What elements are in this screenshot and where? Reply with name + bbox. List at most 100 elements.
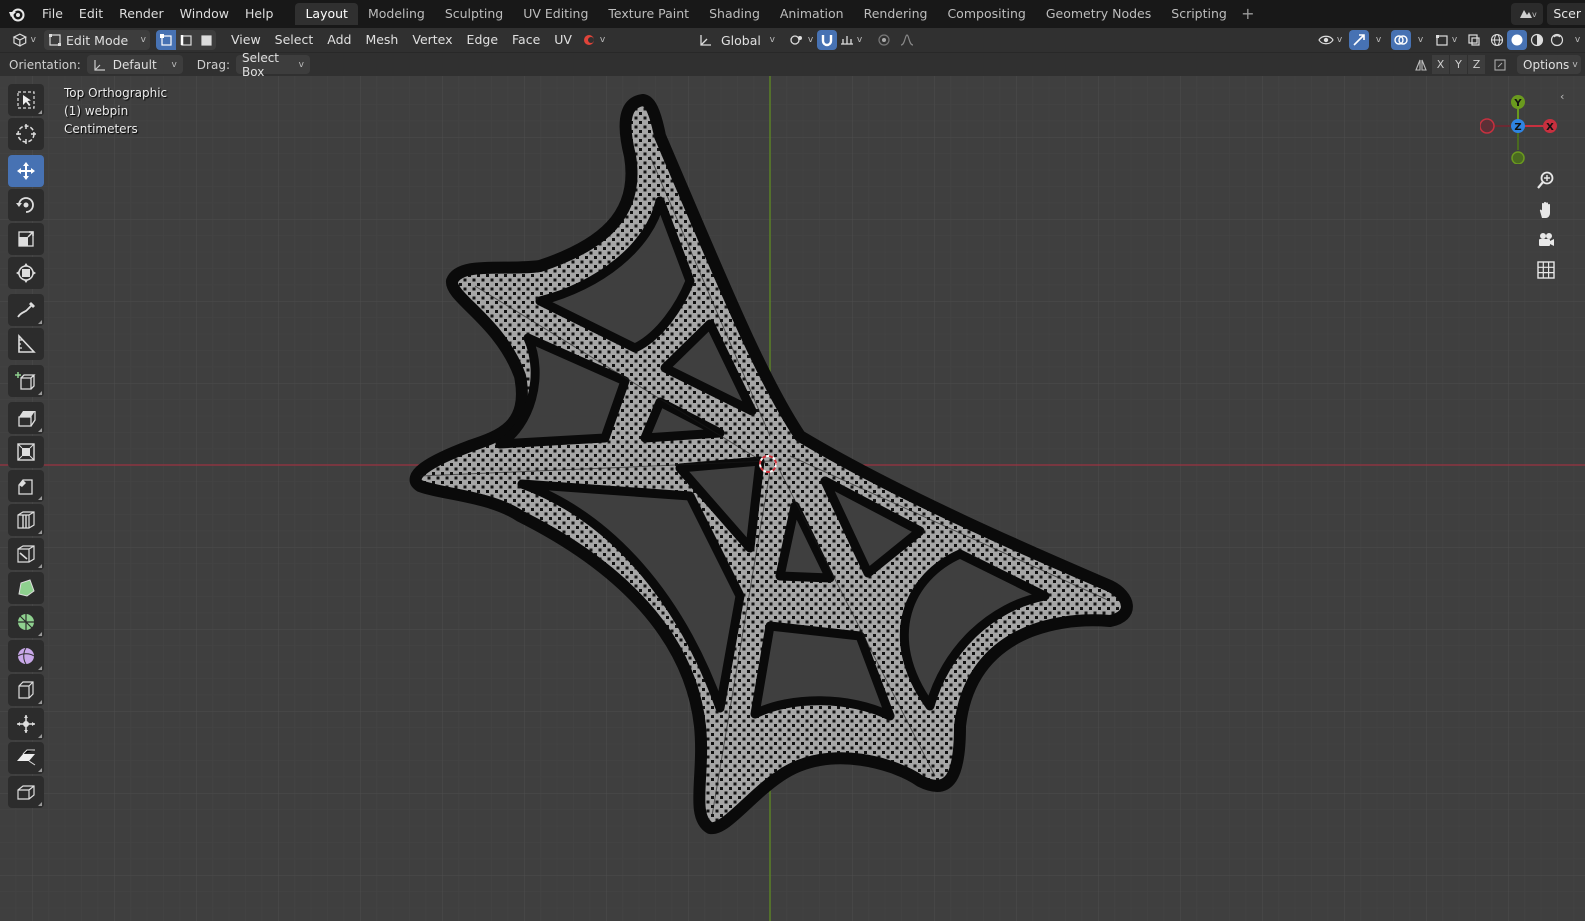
snap-toggle[interactable] (816, 30, 837, 50)
pan-button[interactable] (1531, 196, 1561, 224)
edge-select-button[interactable] (176, 30, 196, 50)
zoom-button[interactable] (1531, 166, 1561, 194)
scale-icon (18, 231, 34, 247)
blender-logo-icon[interactable] (0, 0, 34, 28)
tool-loop-cut[interactable] (8, 504, 44, 536)
add-workspace-button[interactable]: + (1237, 3, 1259, 25)
tool-knife[interactable] (8, 538, 44, 570)
tool-shrink-fatten[interactable] (8, 708, 44, 740)
automerge-dropdown[interactable]: v (579, 30, 609, 50)
options-label: Options (1523, 57, 1570, 72)
face-select-button[interactable] (196, 30, 216, 50)
uv-sync-icon[interactable] (1489, 55, 1511, 74)
tab-compositing[interactable]: Compositing (937, 3, 1035, 25)
viewport-header-right: v v v v v (1315, 30, 1585, 50)
mirror-x-button[interactable]: X (1432, 55, 1449, 74)
mirror-y-button[interactable]: Y (1450, 55, 1467, 74)
mesh-edit-overlays-dropdown[interactable]: v (1431, 30, 1461, 50)
shading-options-dropdown[interactable]: v (1567, 30, 1585, 50)
menu-render[interactable]: Render (111, 3, 172, 25)
tab-sculpting[interactable]: Sculpting (435, 3, 513, 25)
tool-shear[interactable] (8, 742, 44, 774)
tool-move[interactable] (8, 155, 44, 187)
menu-face[interactable]: Face (505, 30, 547, 50)
transform-orientation-dropdown[interactable]: Global v (718, 30, 777, 50)
mirror-z-button[interactable]: Z (1468, 55, 1485, 74)
tool-annotate[interactable] (8, 294, 44, 326)
tab-texture-paint[interactable]: Texture Paint (598, 3, 699, 25)
chevron-down-icon: v (171, 59, 177, 70)
menu-vertex[interactable]: Vertex (405, 30, 459, 50)
tool-poly-build[interactable] (8, 572, 44, 604)
gizmo-neg-y-axis[interactable] (1511, 151, 1525, 164)
menu-edge[interactable]: Edge (460, 30, 505, 50)
tab-rendering[interactable]: Rendering (854, 3, 938, 25)
shading-rendered-button[interactable] (1547, 30, 1567, 50)
gizmo-dropdown[interactable]: v (1369, 30, 1385, 50)
shading-material-button[interactable] (1527, 30, 1547, 50)
scene-name-field[interactable]: Scer (1547, 3, 1585, 25)
menu-mesh[interactable]: Mesh (358, 30, 405, 50)
menu-add[interactable]: Add (320, 30, 358, 50)
snap-target-dropdown[interactable]: v (837, 30, 865, 50)
tool-smooth[interactable] (8, 640, 44, 672)
visibility-dropdown[interactable]: v (1315, 30, 1345, 50)
menu-edit[interactable]: Edit (71, 3, 111, 25)
sidebar-toggle-arrow-icon[interactable]: ‹ (1560, 90, 1564, 103)
tab-scripting[interactable]: Scripting (1161, 3, 1237, 25)
xray-toggle[interactable] (1463, 30, 1485, 50)
menu-select[interactable]: Select (268, 30, 321, 50)
overlays-dropdown[interactable]: v (1411, 30, 1427, 50)
gizmo-toggle[interactable] (1349, 30, 1369, 50)
tab-animation[interactable]: Animation (770, 3, 854, 25)
tool-spin[interactable] (8, 606, 44, 638)
shading-solid-button[interactable] (1507, 30, 1527, 50)
3d-viewport[interactable]: Top Orthographic (1) webpin Centimeters (0, 76, 1585, 921)
loop-cut-icon (17, 511, 35, 529)
tab-uv-editing[interactable]: UV Editing (513, 3, 598, 25)
tab-layout[interactable]: Layout (295, 3, 358, 25)
viewport-info: Top Orthographic (1) webpin Centimeters (64, 84, 167, 138)
drag-dropdown[interactable]: Select Box v (235, 51, 310, 79)
tool-scale[interactable] (8, 223, 44, 255)
tool-extrude-region[interactable] (8, 402, 44, 434)
orientation-label: Orientation: (9, 57, 81, 72)
tool-transform[interactable] (8, 257, 44, 289)
vertex-select-button[interactable] (156, 30, 176, 50)
orientation-dropdown[interactable]: Default v (86, 55, 183, 74)
transform-icon (16, 263, 36, 283)
tool-rip-region[interactable] (8, 776, 44, 808)
options-dropdown[interactable]: Options v (1517, 55, 1581, 74)
menu-file[interactable]: File (34, 3, 71, 25)
tool-rotate[interactable] (8, 189, 44, 221)
tool-bevel[interactable] (8, 470, 44, 502)
pivot-point-dropdown[interactable]: v (787, 30, 815, 50)
select-box-icon (17, 91, 35, 109)
tab-shading[interactable]: Shading (699, 3, 770, 25)
tool-inset-faces[interactable] (8, 436, 44, 468)
shading-wireframe-button[interactable] (1487, 30, 1507, 50)
menu-help[interactable]: Help (237, 3, 282, 25)
scene-icon: v (1520, 10, 1537, 19)
tool-edge-slide[interactable] (8, 674, 44, 706)
editor-type-button[interactable]: v (8, 30, 40, 50)
header-menus: View Select Add Mesh Vertex Edge Face UV (224, 30, 579, 50)
mode-dropdown[interactable]: Edit Mode v (44, 30, 150, 50)
menu-uv[interactable]: UV (547, 30, 579, 50)
tool-measure[interactable] (8, 328, 44, 360)
tab-modeling[interactable]: Modeling (358, 3, 435, 25)
overlays-toggle[interactable] (1391, 30, 1411, 50)
tab-geometry-nodes[interactable]: Geometry Nodes (1036, 3, 1161, 25)
tool-cursor[interactable] (8, 118, 44, 150)
scene-browse-button[interactable]: v (1511, 3, 1544, 25)
menu-view[interactable]: View (224, 30, 268, 50)
camera-view-button[interactable] (1531, 226, 1561, 254)
proportional-edit-toggle[interactable] (875, 30, 893, 50)
proportional-falloff-dropdown[interactable] (893, 30, 921, 50)
navigation-gizmo[interactable]: Y X Z (1480, 84, 1560, 164)
toggle-projection-button[interactable] (1531, 256, 1561, 284)
mirror-options-icon[interactable] (1411, 55, 1431, 74)
tool-select-box[interactable] (8, 84, 44, 116)
tool-add-cube[interactable] (8, 365, 44, 397)
menu-window[interactable]: Window (172, 3, 237, 25)
